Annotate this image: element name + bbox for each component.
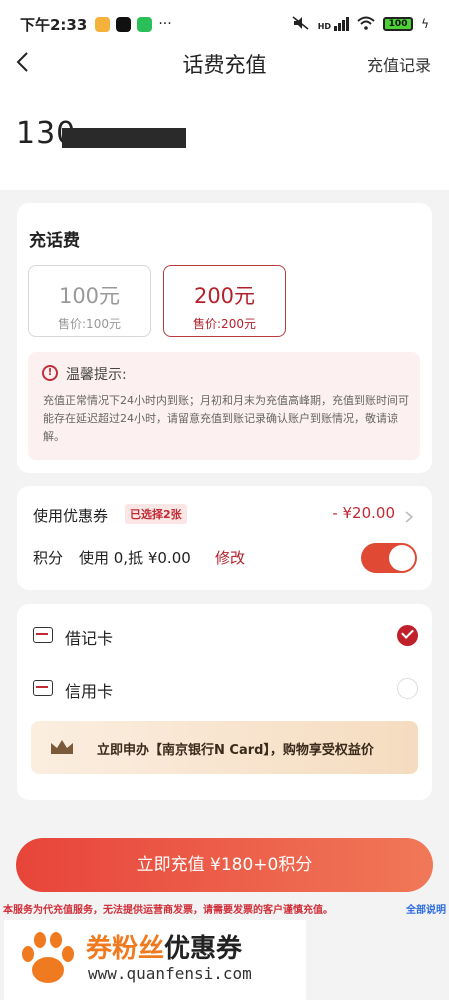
notes-app-icon	[95, 16, 111, 32]
radio-unselected[interactable]	[397, 678, 418, 699]
network-type-label: HD	[317, 22, 332, 31]
battery-icon: 100	[383, 17, 414, 31]
payment-method-debit[interactable]: 借记卡	[33, 620, 418, 654]
amount-value: 200元	[193, 284, 256, 308]
recharge-card: 充话费 100元 售价:100元 200元 售价:200元 ! 温馨提示: 充值…	[17, 203, 432, 473]
discount-card: 使用优惠券 已选择2张 - ¥20.00 积分 使用 0,抵 ¥0.00 修改	[17, 486, 432, 590]
payment-method-credit[interactable]: 信用卡	[33, 673, 418, 707]
paw-logo-icon	[14, 926, 78, 990]
coupon-badge: 已选择2张	[125, 504, 187, 524]
radio-selected[interactable]	[397, 625, 418, 646]
status-time: 下午2:33	[20, 15, 88, 34]
points-toggle[interactable]	[361, 543, 417, 573]
watermark-title-a: 券粉丝	[86, 934, 165, 964]
checkmark-icon	[401, 626, 414, 639]
phone-number-redaction	[62, 128, 186, 148]
coupon-amount[interactable]: - ¥20.00	[332, 504, 395, 522]
more-notifications-icon: ···	[158, 16, 172, 32]
all-terms-link[interactable]: 全部说明	[406, 901, 446, 916]
payment-card: 借记卡 信用卡 立即申办【南京银行N Card】，购物享受权益价	[17, 604, 432, 800]
tip-title: 温馨提示:	[66, 367, 127, 383]
card-promo-banner[interactable]: 立即申办【南京银行N Card】，购物享受权益价	[31, 721, 418, 774]
warm-tip-box: ! 温馨提示: 充值正常情况下24小时内到账；月初和月末为充值高峰期，充值到账时…	[28, 352, 420, 460]
mute-icon	[292, 15, 310, 33]
amount-price: 售价:100元	[58, 317, 121, 331]
recharge-now-button[interactable]: 立即充值 ¥180+0积分	[16, 838, 433, 892]
watermark-title-b: 优惠券	[164, 934, 243, 964]
points-label: 积分	[33, 549, 64, 567]
points-desc: 使用 0,抵 ¥0.00	[79, 549, 191, 567]
recharge-title: 充话费	[29, 231, 80, 251]
nav-bar: 话费充值 充值记录	[0, 38, 449, 86]
debit-card-icon	[33, 627, 53, 643]
tiktok-app-icon	[116, 16, 132, 32]
signal-icon: HD	[317, 17, 350, 31]
wifi-icon	[357, 16, 375, 33]
tip-text: 充值正常情况下24小时内到账；月初和月末为充值高峰期，充值到账时间可能存在延迟超…	[43, 394, 409, 443]
watermark-url: www.quanfensi.com	[88, 964, 252, 983]
payment-label: 借记卡	[65, 629, 114, 648]
payment-label: 信用卡	[65, 682, 114, 701]
toggle-knob	[389, 545, 415, 571]
points-modify-link[interactable]: 修改	[215, 547, 245, 568]
watermark-title: 券粉丝优惠券	[86, 928, 242, 965]
credit-card-icon	[33, 680, 53, 696]
chevron-right-icon[interactable]	[404, 508, 414, 523]
watermark: 券粉丝优惠券 www.quanfensi.com	[4, 920, 306, 1000]
disclaimer-text: 本服务为代充值服务，无法提供运营商发票，请需要发票的客户谨慎充值。	[3, 905, 333, 916]
charging-icon: ϟ	[421, 17, 429, 31]
crown-icon	[49, 738, 75, 756]
amount-option-200[interactable]: 200元 售价:200元	[163, 265, 286, 337]
recharge-history-link[interactable]: 充值记录	[367, 52, 431, 76]
exclamation-icon: !	[42, 365, 58, 381]
amount-price: 售价:200元	[193, 317, 256, 331]
amount-value: 100元	[58, 284, 121, 308]
wechat-app-icon	[137, 16, 153, 32]
amount-option-100[interactable]: 100元 售价:100元	[28, 265, 151, 337]
coupon-label[interactable]: 使用优惠券	[33, 505, 108, 526]
promo-text: 立即申办【南京银行N Card】，购物享受权益价	[97, 743, 374, 758]
